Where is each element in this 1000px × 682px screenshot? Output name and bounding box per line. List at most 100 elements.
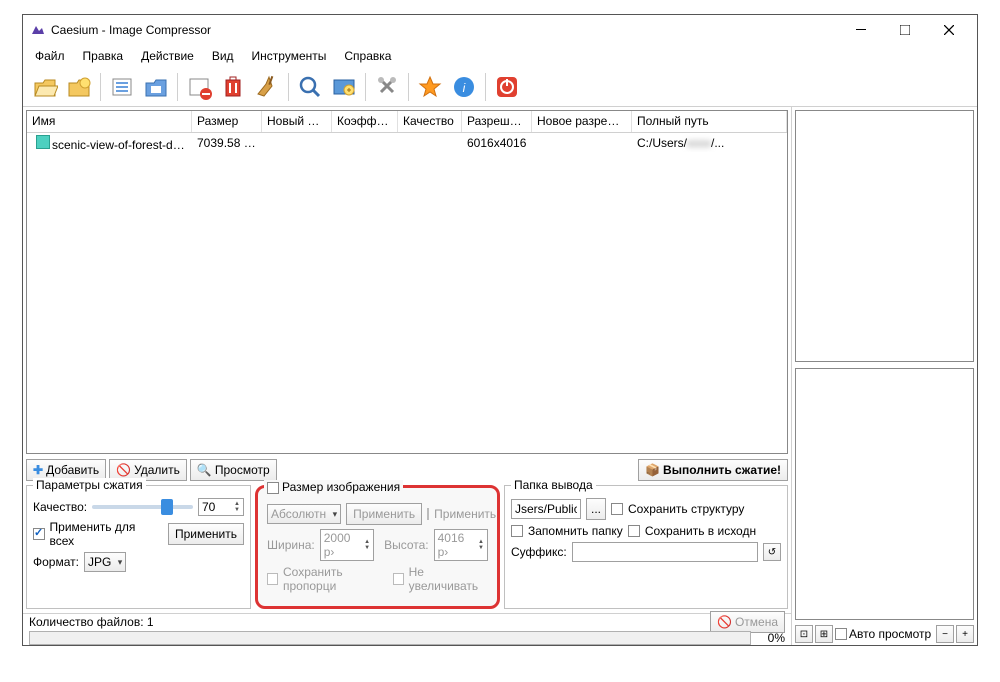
resize-apply-button[interactable]: Применить xyxy=(346,503,422,525)
menu-file[interactable]: Файл xyxy=(27,47,73,65)
list-save-icon[interactable] xyxy=(140,71,172,103)
col-newsize[interactable]: Новый разм xyxy=(262,111,332,132)
preview-button[interactable]: 🔍Просмотр xyxy=(190,459,277,481)
menu-tools[interactable]: Инструменты xyxy=(244,47,335,65)
keep-structure-checkbox[interactable] xyxy=(611,503,623,515)
width-label: Ширина: xyxy=(267,538,315,552)
col-newres[interactable]: Новое разрешен xyxy=(532,111,632,132)
suffix-reset-button[interactable]: ↺ xyxy=(763,543,781,561)
col-path[interactable]: Полный путь xyxy=(632,111,787,132)
format-select[interactable]: JPG xyxy=(84,552,126,572)
keep-original-label: Сохранить в исходн xyxy=(645,524,756,538)
col-ratio[interactable]: Коэффици xyxy=(332,111,398,132)
close-button[interactable] xyxy=(927,16,971,44)
remember-folder-label: Запомнить папку xyxy=(528,524,623,538)
col-name[interactable]: Имя xyxy=(27,111,192,132)
quality-slider[interactable] xyxy=(92,505,193,509)
info-icon[interactable]: i xyxy=(448,71,480,103)
resize-panel: Размер изображения Абсолютн Применить Пр… xyxy=(255,485,500,609)
keep-ratio-checkbox[interactable] xyxy=(267,573,278,585)
col-size[interactable]: Размер xyxy=(192,111,262,132)
right-column: ⊡ ⊞ Авто просмотр − + xyxy=(792,107,977,645)
cell-name: scenic-view-of-forest-du... xyxy=(27,133,192,154)
view-controls: ⊡ ⊞ Авто просмотр − + xyxy=(792,623,977,645)
minimize-button[interactable] xyxy=(839,16,883,44)
cell-path: C:/Users/xxxx/... xyxy=(632,134,787,152)
auto-preview-label: Авто просмотр xyxy=(849,627,931,641)
col-res[interactable]: Разрешени xyxy=(462,111,532,132)
titlebar: Caesium - Image Compressor xyxy=(23,15,977,45)
power-icon[interactable] xyxy=(491,71,523,103)
height-spinbox[interactable]: 4016 p›▲▼ xyxy=(434,529,488,561)
star-icon[interactable] xyxy=(414,71,446,103)
remove-item-icon[interactable] xyxy=(183,71,215,103)
no-enlarge-label: Не увеличивать xyxy=(409,565,488,593)
apply-all-label: Применить для всех xyxy=(50,520,158,548)
suffix-field[interactable] xyxy=(572,542,758,562)
window-title: Caesium - Image Compressor xyxy=(51,23,839,37)
toolbar: i xyxy=(23,67,977,107)
output-title: Папка вывода xyxy=(511,478,596,492)
auto-preview-checkbox[interactable] xyxy=(835,628,847,640)
width-spinbox[interactable]: 2000 p›▲▼ xyxy=(320,529,374,561)
browse-button[interactable]: ... xyxy=(586,498,606,520)
preview-compressed xyxy=(795,368,974,620)
quality-spinbox[interactable]: 70▲▼ xyxy=(198,498,244,516)
broom-icon[interactable] xyxy=(251,71,283,103)
no-enlarge-checkbox[interactable] xyxy=(393,573,404,585)
keep-original-checkbox[interactable] xyxy=(628,525,640,537)
maximize-button[interactable] xyxy=(883,16,927,44)
output-path-field[interactable] xyxy=(511,499,581,519)
cell-res: 6016x4016 xyxy=(462,134,532,152)
menu-action[interactable]: Действие xyxy=(133,47,202,65)
cell-ratio xyxy=(332,141,398,145)
col-quality[interactable]: Качество xyxy=(398,111,462,132)
cell-size: 7039.58 Kb xyxy=(192,134,262,152)
resize-enable-checkbox[interactable] xyxy=(267,482,279,494)
menubar: Файл Правка Действие Вид Инструменты Спр… xyxy=(23,45,977,67)
resize-apply-checkbox[interactable] xyxy=(427,508,429,520)
app-icon xyxy=(29,22,45,38)
thumbnail-icon xyxy=(36,135,50,149)
open-folder-icon[interactable] xyxy=(63,71,95,103)
menu-view[interactable]: Вид xyxy=(204,47,242,65)
open-file-icon[interactable] xyxy=(29,71,61,103)
list-body[interactable]: scenic-view-of-forest-du... 7039.58 Kb 6… xyxy=(27,133,787,453)
resize-apply-label: Применить xyxy=(434,507,496,521)
cell-newsize xyxy=(262,141,332,145)
zoom-in-button[interactable]: + xyxy=(956,625,974,643)
cell-quality xyxy=(398,141,462,145)
list-header: Имя Размер Новый разм Коэффици Качество … xyxy=(27,111,787,133)
search-icon: 🔍 xyxy=(197,463,212,477)
settings-icon[interactable] xyxy=(371,71,403,103)
menu-edit[interactable]: Правка xyxy=(75,47,132,65)
compression-title: Параметры сжатия xyxy=(33,478,146,492)
resize-title: Размер изображения xyxy=(264,480,403,494)
apply-quality-button[interactable]: Применить xyxy=(168,523,244,545)
resize-mode-select[interactable]: Абсолютн xyxy=(267,504,341,524)
file-list: Имя Размер Новый разм Коэффици Качество … xyxy=(26,110,788,454)
fit-compressed-button[interactable]: ⊞ xyxy=(815,625,833,643)
plus-icon: ✚ xyxy=(33,463,43,477)
compress-icon[interactable] xyxy=(328,71,360,103)
suffix-label: Суффикс: xyxy=(511,545,567,559)
cell-newres xyxy=(532,141,632,145)
zoom-out-button[interactable]: − xyxy=(936,625,954,643)
compress-action-icon: 📦 xyxy=(645,463,660,477)
progress-bar xyxy=(29,631,751,645)
keep-ratio-label: Сохранить пропорци xyxy=(283,565,388,593)
output-panel: Папка вывода ... Сохранить структуру Зап… xyxy=(504,485,788,609)
statusbar: Количество файлов: 1 🚫Отмена 0% xyxy=(23,613,791,645)
height-label: Высота: xyxy=(384,538,429,552)
fit-original-button[interactable]: ⊡ xyxy=(795,625,813,643)
table-row[interactable]: scenic-view-of-forest-du... 7039.58 Kb 6… xyxy=(27,133,787,153)
list-open-icon[interactable] xyxy=(106,71,138,103)
preview-icon[interactable] xyxy=(294,71,326,103)
remember-folder-checkbox[interactable] xyxy=(511,525,523,537)
apply-all-checkbox[interactable] xyxy=(33,528,45,540)
preview-original xyxy=(795,110,974,362)
forbidden-icon: 🚫 xyxy=(116,463,131,477)
clear-list-icon[interactable] xyxy=(217,71,249,103)
menu-help[interactable]: Справка xyxy=(336,47,399,65)
compress-button[interactable]: 📦Выполнить сжатие! xyxy=(638,459,788,481)
